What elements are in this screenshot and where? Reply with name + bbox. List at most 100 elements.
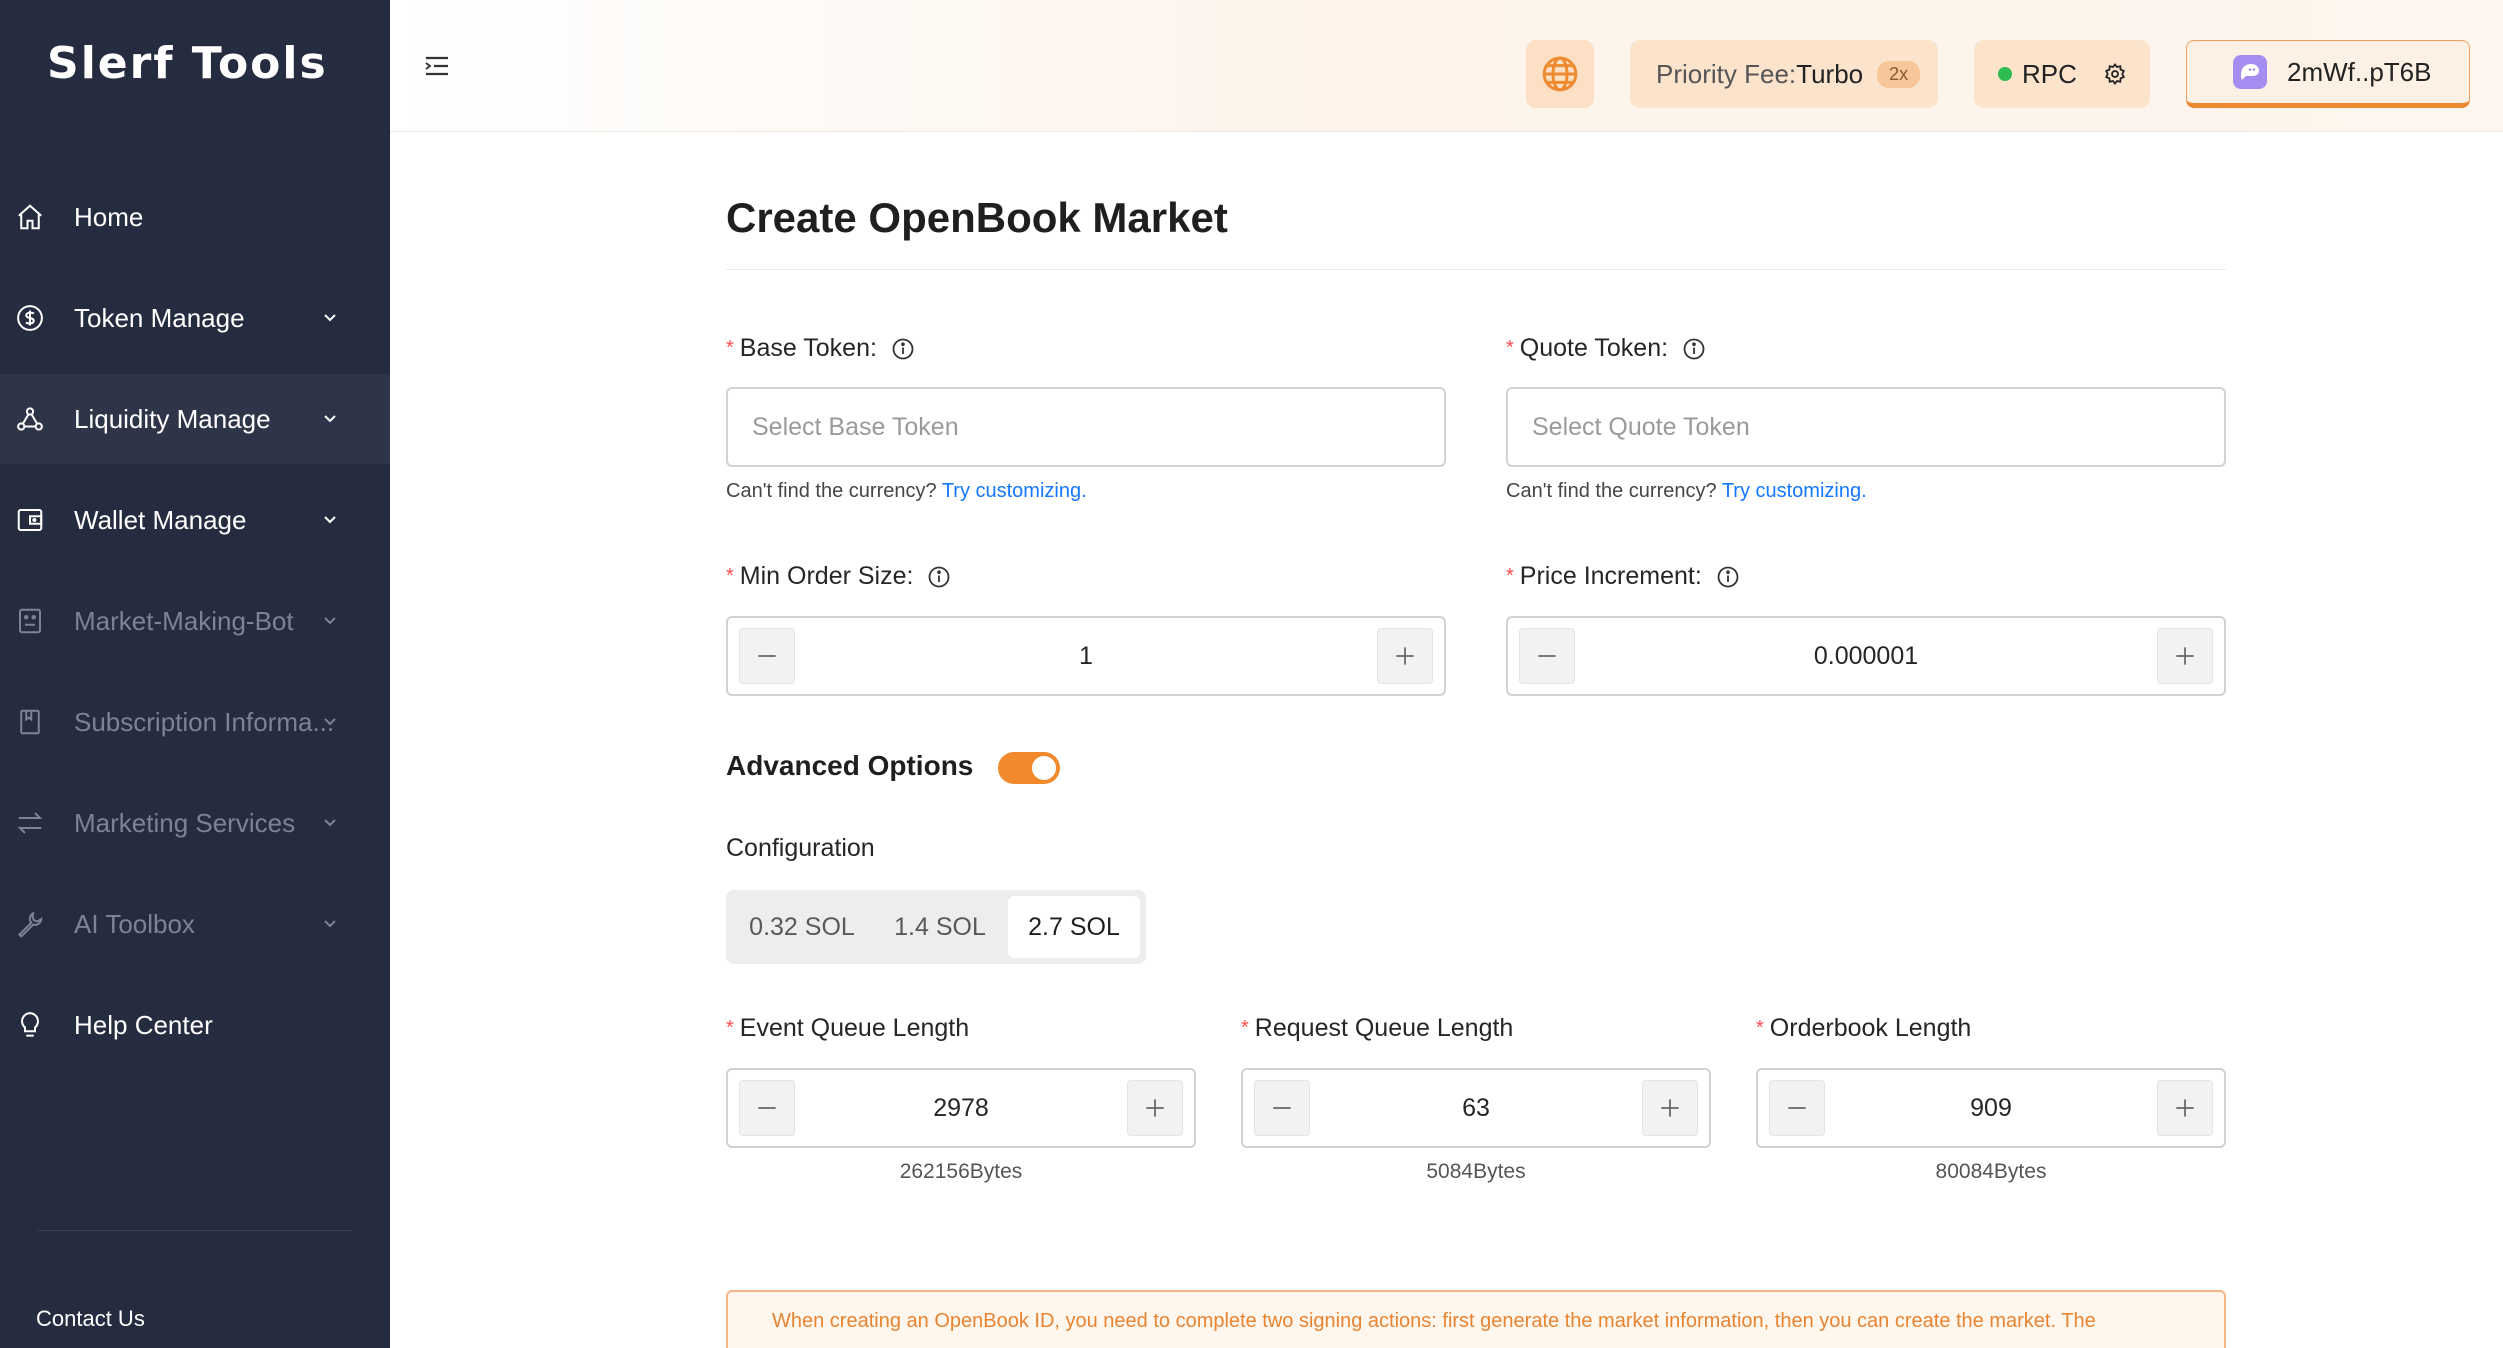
menu-fold-icon[interactable]: [424, 54, 450, 78]
config-option-1-4-sol[interactable]: 1.4 SOL: [872, 896, 1008, 958]
increment-button[interactable]: [2157, 628, 2213, 684]
increment-button[interactable]: [1377, 628, 1433, 684]
minus-icon: [1273, 1107, 1291, 1109]
plus-icon: [1661, 1099, 1679, 1117]
decrement-button[interactable]: [1519, 628, 1575, 684]
config-option-0-32-sol[interactable]: 0.32 SOL: [732, 896, 872, 958]
rpc-label: RPC: [2022, 58, 2077, 89]
sidebar-item-market-making-bot[interactable]: Market-Making-Bot: [0, 576, 390, 666]
chevron-down-icon: [324, 415, 336, 423]
top-header: Priority Fee: Turbo 2x RPC 2mWf..pT6B: [390, 0, 2503, 132]
required-asterisk: *: [1756, 1017, 1764, 1039]
sidebar-item-ai-toolbox[interactable]: AI Toolbox: [0, 879, 390, 969]
base-token-hint-text: Can't find the currency?: [726, 480, 937, 502]
minus-icon: [758, 655, 776, 657]
chevron-down-icon: [324, 819, 336, 827]
config-option-2-7-sol[interactable]: 2.7 SOL: [1008, 896, 1140, 958]
info-icon[interactable]: [1716, 565, 1740, 589]
wallet-address: 2mWf..pT6B: [2287, 56, 2432, 87]
info-icon[interactable]: [1682, 337, 1706, 361]
dollar-circle-icon: [14, 302, 46, 334]
configuration-segmented-control: 0.32 SOL 1.4 SOL 2.7 SOL: [726, 890, 1146, 964]
decrement-button[interactable]: [1254, 1080, 1310, 1136]
info-icon[interactable]: [927, 565, 951, 589]
sidebar-item-marketing-services[interactable]: Marketing Services: [0, 778, 390, 868]
contact-us-link[interactable]: Contact Us: [36, 1306, 145, 1332]
info-icon[interactable]: [891, 337, 915, 361]
quote-token-label-text: Quote Token:: [1519, 334, 1669, 362]
min-order-size-value[interactable]: 1: [798, 618, 1374, 694]
required-asterisk: *: [726, 337, 734, 359]
increment-button[interactable]: [1642, 1080, 1698, 1136]
priority-fee-value: Turbo: [1796, 58, 1864, 89]
request-queue-value[interactable]: 63: [1313, 1070, 1639, 1146]
plus-icon: [2176, 647, 2194, 665]
decrement-button[interactable]: [739, 628, 795, 684]
priority-fee-button[interactable]: Priority Fee: Turbo 2x: [1630, 40, 1938, 108]
sidebar-item-label: Wallet Manage: [74, 504, 247, 535]
home-icon: [14, 201, 46, 233]
sidebar-item-label: Home: [74, 201, 144, 232]
base-token-hint: Can't find the currency? Try customizing…: [726, 480, 1087, 503]
min-order-size-label: * Min Order Size:: [726, 562, 951, 591]
sidebar-item-liquidity-manage[interactable]: Liquidity Manage: [0, 374, 390, 464]
decrement-button[interactable]: [739, 1080, 795, 1136]
logo-text: Slerf Tools: [47, 38, 328, 89]
sidebar-nav: Home Token Manage Liquidity Manage Walle…: [0, 172, 390, 1081]
minus-icon: [1538, 655, 1556, 657]
quote-token-customize-link[interactable]: Try customizing.: [1722, 480, 1867, 502]
signing-notice: When creating an OpenBook ID, you need t…: [726, 1290, 2226, 1348]
request-queue-stepper[interactable]: 63: [1241, 1068, 1711, 1148]
title-divider: [726, 269, 2226, 270]
plus-icon: [2176, 1099, 2194, 1117]
chevron-down-icon: [324, 516, 336, 524]
quote-token-hint-text: Can't find the currency?: [1506, 480, 1717, 502]
liquidity-nodes-icon: [14, 403, 46, 435]
price-increment-value[interactable]: 0.000001: [1578, 618, 2154, 694]
language-button[interactable]: [1526, 40, 1594, 108]
chevron-down-icon: [324, 920, 336, 928]
logo[interactable]: Slerf Tools: [47, 38, 328, 89]
wallet-icon: [14, 504, 46, 536]
price-increment-label-text: Price Increment:: [1519, 562, 1702, 590]
event-queue-stepper[interactable]: 2978: [726, 1068, 1196, 1148]
chevron-down-icon: [324, 314, 336, 322]
base-token-customize-link[interactable]: Try customizing.: [942, 480, 1087, 502]
sidebar-item-home[interactable]: Home: [0, 172, 390, 262]
priority-fee-multiplier-badge: 2x: [1877, 60, 1921, 88]
min-order-size-stepper[interactable]: 1: [726, 616, 1446, 696]
orderbook-length-value[interactable]: 909: [1828, 1070, 2154, 1146]
sidebar-item-label: Market-Making-Bot: [74, 605, 294, 636]
min-order-size-label-text: Min Order Size:: [739, 562, 914, 590]
chevron-down-icon: [324, 718, 336, 726]
increment-button[interactable]: [2157, 1080, 2213, 1136]
decrement-button[interactable]: [1769, 1080, 1825, 1136]
event-queue-value[interactable]: 2978: [798, 1070, 1124, 1146]
configuration-label: Configuration: [726, 834, 875, 862]
sidebar-item-label: Liquidity Manage: [74, 403, 271, 434]
advanced-options-toggle[interactable]: [998, 752, 1060, 784]
base-token-select[interactable]: Select Base Token: [726, 387, 1446, 467]
request-queue-bytes: 5084Bytes: [1426, 1160, 1526, 1183]
wallet-button[interactable]: 2mWf..pT6B: [2186, 40, 2470, 108]
request-queue-label-text: Request Queue Length: [1254, 1014, 1514, 1042]
quote-token-select[interactable]: Select Quote Token: [1506, 387, 2226, 467]
price-increment-stepper[interactable]: 0.000001: [1506, 616, 2226, 696]
gear-icon[interactable]: [2103, 62, 2127, 86]
event-queue-label: * Event Queue Length: [726, 1014, 969, 1043]
advanced-options-label: Advanced Options: [726, 750, 974, 781]
rpc-button[interactable]: RPC: [1974, 40, 2150, 108]
base-token-label-text: Base Token:: [739, 334, 877, 362]
increment-button[interactable]: [1127, 1080, 1183, 1136]
sidebar-item-subscription[interactable]: Subscription Informa...: [0, 677, 390, 767]
minus-icon: [1788, 1107, 1806, 1109]
sidebar-item-wallet-manage[interactable]: Wallet Manage: [0, 475, 390, 565]
sidebar-item-token-manage[interactable]: Token Manage: [0, 273, 390, 363]
sidebar-item-help-center[interactable]: Help Center: [0, 980, 390, 1070]
rpc-status-dot: [1998, 67, 2012, 81]
minus-icon: [758, 1107, 776, 1109]
required-asterisk: *: [726, 1017, 734, 1039]
page-title: Create OpenBook Market: [726, 194, 1228, 241]
orderbook-length-stepper[interactable]: 909: [1756, 1068, 2226, 1148]
lightbulb-icon: [14, 1009, 46, 1041]
